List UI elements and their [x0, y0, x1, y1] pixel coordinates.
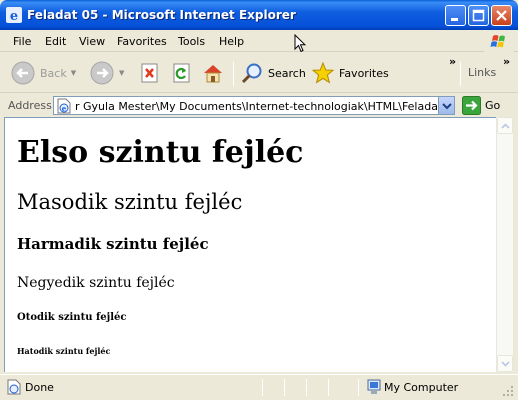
vertical-scrollbar[interactable] — [496, 117, 513, 372]
toolbar-separator — [233, 62, 234, 86]
menu-file[interactable]: File — [13, 35, 31, 48]
chevron-down-icon — [441, 102, 452, 109]
menu-edit[interactable]: Edit — [45, 35, 66, 48]
chevron-down-icon — [500, 360, 510, 367]
search-icon — [241, 63, 262, 84]
chevron-up-icon — [500, 122, 510, 129]
status-separator — [358, 379, 359, 396]
chevron-down-icon[interactable]: ▼ — [119, 69, 124, 77]
mouse-cursor-icon — [294, 34, 306, 53]
address-value: r Gyula Mester\My Documents\Internet-tec… — [75, 100, 455, 113]
address-bar: Address e r Gyula Mester\My Documents\In… — [0, 94, 518, 117]
minimize-icon — [451, 18, 458, 21]
page-icon: e — [57, 98, 71, 114]
status-separator — [262, 379, 263, 396]
refresh-icon — [173, 63, 190, 83]
heading-level-5: Otodik szintu fejléc — [17, 312, 127, 323]
windows-logo-icon — [484, 31, 514, 52]
home-icon — [204, 65, 222, 83]
page-status-icon — [7, 379, 21, 395]
favorites-button[interactable]: Favorites — [311, 59, 389, 87]
stop-icon — [141, 63, 158, 83]
favorites-label: Favorites — [339, 66, 389, 80]
go-label: Go — [485, 99, 501, 112]
links-label[interactable]: Links — [468, 66, 496, 79]
menu-tools[interactable]: Tools — [178, 35, 205, 48]
page-content[interactable]: Elso szintu fejléc Masodik szintu fejléc… — [4, 117, 496, 372]
back-button[interactable]: Back ▼ — [10, 59, 76, 87]
maximize-icon — [472, 9, 485, 22]
close-button[interactable] — [491, 5, 512, 26]
go-arrow-icon — [462, 96, 481, 115]
chevron-down-icon[interactable]: ▼ — [71, 69, 76, 77]
heading-level-6: Hatodik szintu fejléc — [17, 346, 111, 356]
security-zone-label: My Computer — [384, 381, 459, 394]
heading-level-2: Masodik szintu fejléc — [17, 190, 243, 214]
scroll-down-button[interactable] — [497, 355, 513, 372]
forward-button[interactable]: ▼ — [89, 59, 124, 87]
home-button[interactable] — [201, 59, 225, 87]
status-separator — [306, 379, 307, 396]
search-label: Search — [268, 66, 306, 80]
stop-button[interactable] — [139, 59, 161, 87]
status-text: Done — [25, 381, 54, 394]
heading-level-4: Negyedik szintu fejléc — [17, 275, 175, 291]
heading-level-1: Elso szintu fejléc — [17, 135, 304, 170]
forward-arrow-icon — [90, 61, 114, 85]
address-dropdown-button[interactable] — [438, 97, 454, 114]
go-button[interactable]: Go — [462, 96, 500, 115]
back-label: Back — [40, 66, 67, 80]
toolbar-overflow-chevron[interactable]: » — [449, 55, 456, 68]
menu-view[interactable]: View — [79, 35, 105, 48]
heading-level-3: Harmadik szintu fejléc — [17, 235, 209, 253]
close-icon — [496, 10, 507, 21]
address-input[interactable]: e r Gyula Mester\My Documents\Internet-t… — [53, 96, 455, 115]
ie-icon: e — [6, 7, 22, 23]
refresh-button[interactable] — [171, 59, 193, 87]
address-label: Address — [8, 99, 52, 112]
menu-help[interactable]: Help — [219, 35, 244, 48]
my-computer-icon — [367, 379, 381, 394]
status-separator — [284, 379, 285, 396]
menu-bar: File Edit View Favorites Tools Help — [0, 30, 518, 52]
menu-favorites[interactable]: Favorites — [117, 35, 167, 48]
search-button[interactable]: Search — [240, 59, 306, 87]
minimize-button[interactable] — [445, 5, 466, 26]
links-overflow-chevron[interactable]: » — [503, 55, 510, 68]
svg-text:e: e — [62, 104, 67, 113]
status-bar: Done My Computer — [0, 374, 518, 400]
svg-text:e: e — [10, 9, 18, 23]
star-icon — [311, 61, 335, 84]
back-arrow-icon — [11, 61, 35, 85]
maximize-button[interactable] — [468, 5, 489, 26]
resize-grip-icon[interactable] — [502, 385, 514, 397]
toolbar-separator — [460, 62, 461, 86]
standard-toolbar: Back ▼ ▼ Search Favorites — [0, 53, 518, 93]
status-separator — [328, 379, 329, 396]
scroll-up-button[interactable] — [497, 117, 513, 134]
title-bar[interactable]: e Feladat 05 - Microsoft Internet Explor… — [0, 0, 518, 30]
window-title: Feladat 05 - Microsoft Internet Explorer — [27, 8, 296, 22]
